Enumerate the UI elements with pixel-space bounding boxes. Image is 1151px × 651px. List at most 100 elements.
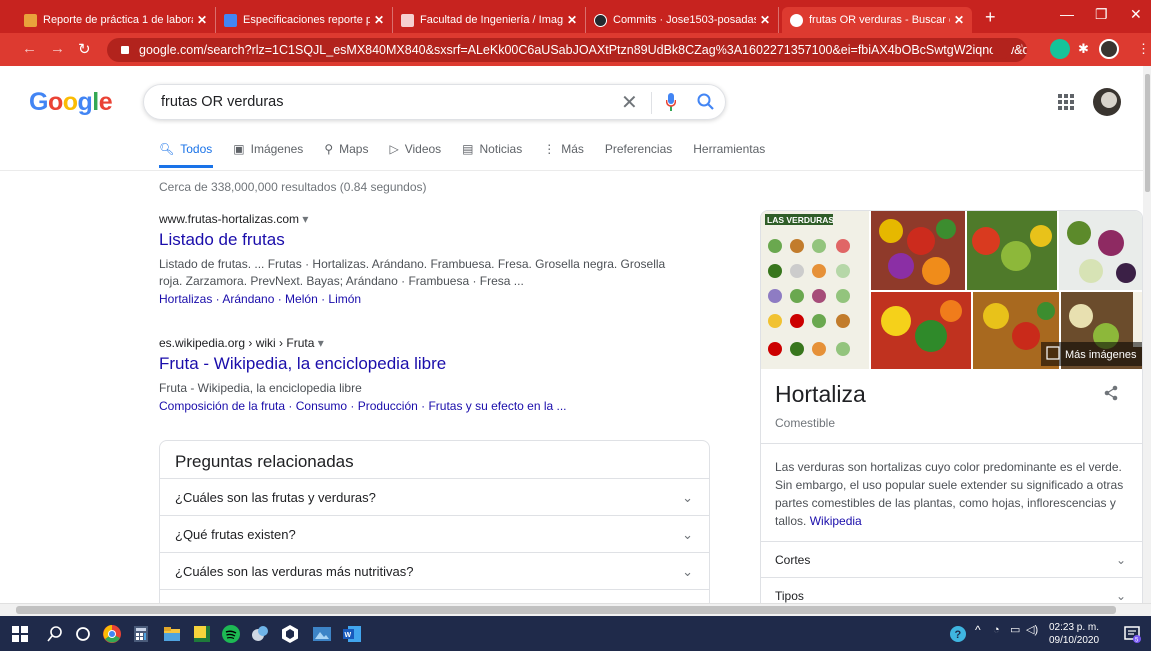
chevron-down-icon[interactable]: ⌄ [1116,553,1126,567]
app-hexagon-icon[interactable] [280,624,300,644]
minimize-icon[interactable]: — [1060,6,1074,22]
related-question[interactable]: ¿Cuáles son las verduras más nutritivas?… [160,553,709,590]
video-icon: ▷ [389,142,399,156]
google-logo[interactable]: Google [29,88,113,117]
tab-preferencias[interactable]: Preferencias [605,142,672,156]
browser-tab[interactable]: Facultad de Ingeniería / Image ✕ [393,7,586,33]
image-collage[interactable]: LAS VERDURAS Más imágenes [761,211,1143,369]
browser-tab[interactable]: Especificaciones reporte práctic ✕ [216,7,393,33]
panel-row-cortes[interactable]: Cortes [775,553,810,567]
snippet-line: roja. Zarzamora. PrevNext. Bayas; Aránda… [159,274,524,288]
share-icon[interactable] [1103,385,1119,401]
new-tab-button[interactable]: + [985,7,996,28]
forward-arrow-icon[interactable]: → [50,40,65,57]
chevron-down-icon[interactable]: ⌄ [1116,589,1126,603]
sticky-notes-icon[interactable] [192,624,212,644]
chrome-icon[interactable] [102,624,122,644]
help-icon[interactable]: ? [948,624,968,644]
divider [761,577,1142,578]
search-icon: 🔍︎ [159,142,175,156]
result-cite[interactable]: es.wikipedia.org › wiki › Fruta ▾ [159,336,689,350]
svg-text:W: W [345,632,352,639]
volume-icon[interactable]: ◁) [1026,624,1038,637]
tab-todos[interactable]: 🔍︎ Todos [159,142,212,156]
browser-tab[interactable]: Commits · Jose1503-posadas/ ✕ [586,7,779,33]
key-icon[interactable] [992,39,1012,59]
more-images-label: Más imágenes [1065,349,1137,361]
chevron-up-icon[interactable]: ^ [975,624,981,637]
calculator-icon[interactable] [131,624,151,644]
battery-icon[interactable]: ▭ [1010,624,1020,637]
microphone-icon[interactable] [666,92,676,112]
tab-mas[interactable]: ⋮ Más [543,142,584,156]
file-explorer-icon[interactable] [162,624,182,644]
extensions-icon[interactable]: ✱ [1075,39,1095,59]
search-icon[interactable] [45,624,65,644]
tab-maps[interactable]: ⚲ Maps [324,142,368,156]
clear-search-icon[interactable]: ✕ [621,90,638,115]
result-title-link[interactable]: Fruta - Wikipedia, la enciclopedia libre [159,354,689,374]
browser-tab[interactable]: Reporte de práctica 1 de labora ✕ [16,7,216,33]
close-tab-icon[interactable]: ✕ [197,13,207,27]
close-tab-icon[interactable]: ✕ [954,13,964,27]
notifications-icon[interactable]: 5 [1122,624,1142,644]
address-bar[interactable]: google.com/search?rlz=1C1SQJL_esMX840MX8… [107,38,1027,62]
close-tab-icon[interactable]: ✕ [374,13,384,27]
search-icon[interactable] [696,92,716,112]
google-apps-icon[interactable] [1058,94,1074,110]
related-question[interactable]: ¿Cuáles son las frutas y verduras? ⌄ [160,479,709,516]
account-avatar[interactable] [1093,88,1121,116]
clock[interactable]: 02:23 p. m. 09/10/2020 [1046,621,1102,647]
browser-tab-active[interactable]: frutas OR verduras - Buscar con ✕ [782,7,972,33]
search-box[interactable]: frutas OR verduras ✕ [143,84,726,120]
tab-videos[interactable]: ▷ Videos [389,142,441,156]
result-title-link[interactable]: Listado de frutas [159,230,689,250]
star-icon[interactable]: ☆ [1013,39,1033,59]
maximize-icon[interactable]: ❐ [1095,6,1108,23]
wikipedia-link[interactable]: Wikipedia [810,514,862,528]
profile-avatar[interactable] [1099,39,1119,59]
tab-title: Facultad de Ingeniería / Image [420,14,563,26]
result-stats: Cerca de 338,000,000 resultados (0.84 se… [159,180,427,194]
horizontal-scrollbar-thumb[interactable] [16,606,1116,614]
slides-favicon-icon [24,13,37,27]
sitelinks[interactable]: Composición de la fruta · Consumo · Prod… [159,398,689,415]
close-tab-icon[interactable]: ✕ [760,13,770,27]
reload-icon[interactable]: ↻ [78,40,91,58]
close-window-icon[interactable]: ✕ [1130,6,1142,23]
tab-noticias[interactable]: ▤ Noticias [462,142,522,156]
grammarly-icon[interactable] [1050,39,1070,59]
tab-imagenes[interactable]: ▣ Imágenes [233,142,303,156]
clock-date: 09/10/2020 [1048,635,1100,646]
divider [761,443,1142,444]
knowledge-panel: LAS VERDURAS Más imágenes Hortaliza Come… [760,210,1143,603]
result-cite[interactable]: www.frutas-hortalizas.com ▾ [159,212,689,226]
close-tab-icon[interactable]: ✕ [567,13,577,27]
result-snippet: Listado de frutas. ... Frutas · Hortaliz… [159,255,689,291]
related-question[interactable]: ¿Qué frutas existen? ⌄ [160,516,709,553]
tab-title: Especificaciones reporte práctic [243,14,370,26]
entity-title: Hortaliza [775,381,866,407]
windows-start-icon[interactable] [12,626,28,642]
chevron-down-icon[interactable]: ▾ [318,336,324,350]
chevron-down-icon[interactable]: ▾ [302,212,308,226]
clock-time: 02:23 p. m. [1048,622,1100,633]
vertical-scrollbar-thumb[interactable] [1145,74,1150,192]
related-questions: Preguntas relacionadas ¿Cuáles son las f… [159,440,710,603]
active-tab-indicator [159,165,213,168]
back-arrow-icon[interactable]: ← [22,40,37,57]
menu-icon[interactable]: ⋮ [1130,39,1150,59]
photos-icon[interactable] [312,624,332,644]
tab-title: Commits · Jose1503-posadas/ [613,14,756,26]
sitelinks[interactable]: Hortalizas · Arándano · Melón · Limón [159,291,689,308]
wifi-icon[interactable]: ◔ [993,624,1000,637]
search-input[interactable]: frutas OR verduras [161,94,284,110]
tab-herramientas[interactable]: Herramientas [693,142,765,156]
spotify-icon[interactable] [221,624,241,644]
related-questions-heading: Preguntas relacionadas [160,441,709,479]
tweeten-icon[interactable] [250,624,270,644]
docs-favicon-icon [224,13,237,27]
cortana-icon[interactable] [73,624,93,644]
panel-row-tipos[interactable]: Tipos [775,589,804,603]
word-icon[interactable]: W [342,624,362,644]
